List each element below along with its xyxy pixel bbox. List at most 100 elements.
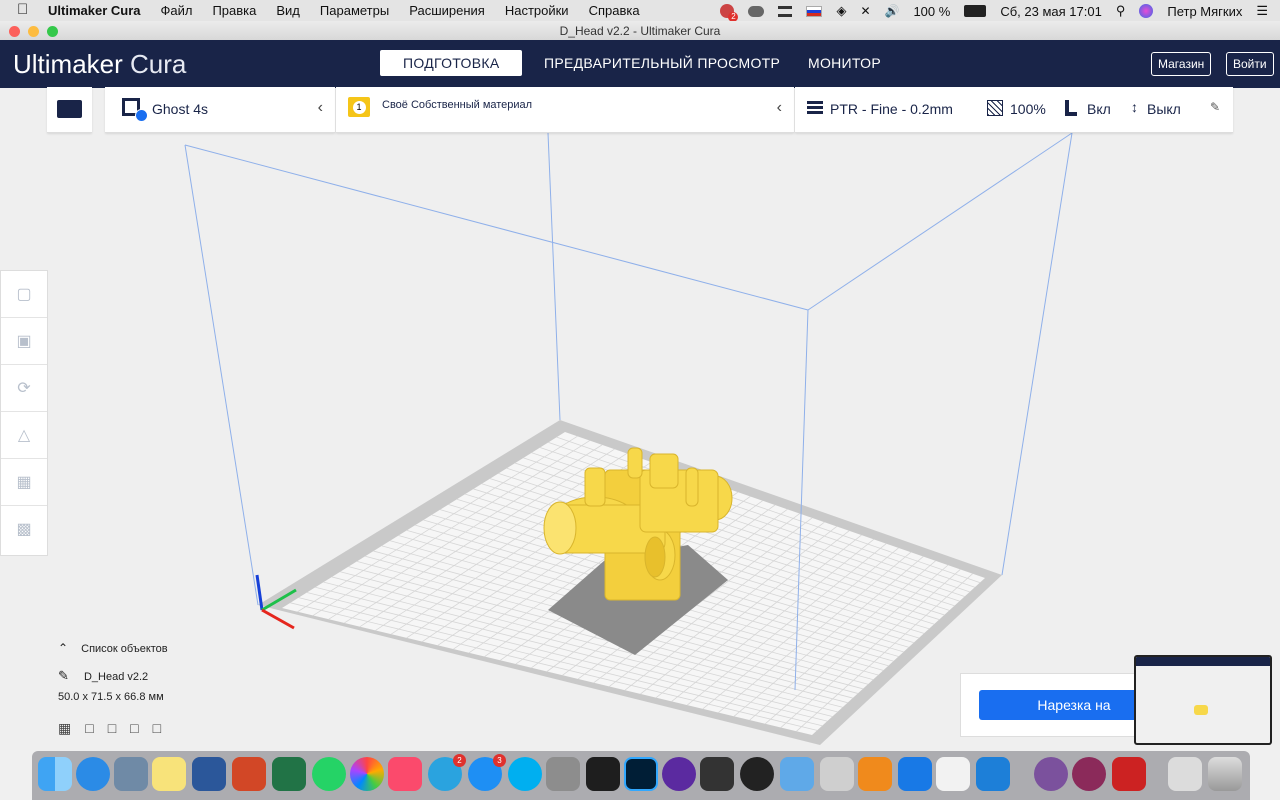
- per-model-settings-icon[interactable]: ▦: [1, 459, 47, 506]
- menu-settings[interactable]: Параметры: [320, 3, 389, 18]
- motion-icon[interactable]: [700, 757, 734, 791]
- right-view-icon[interactable]: □: [153, 720, 161, 737]
- adhesion-value: Выкл: [1147, 101, 1181, 117]
- cura-logo: Ultimaker Cura: [13, 49, 186, 80]
- powerpoint-icon[interactable]: [232, 757, 266, 791]
- chevron-left-icon[interactable]: ‹: [318, 99, 323, 117]
- skype-icon[interactable]: [508, 757, 542, 791]
- spotlight-icon[interactable]: ⚲: [1116, 3, 1126, 19]
- bluetooth-icon[interactable]: ✕: [860, 4, 870, 18]
- app-menus: Ultimaker Cura Файл Правка Вид Параметры…: [48, 3, 660, 18]
- printer-name: Ghost 4s: [152, 101, 209, 117]
- battery-percent: 100 %: [913, 3, 951, 19]
- material-selector[interactable]: 1 Своё Собственный материал ‹: [336, 87, 794, 133]
- menu-view[interactable]: Вид: [276, 3, 300, 18]
- remote-desktop-icon[interactable]: [780, 757, 814, 791]
- photoshop-icon[interactable]: [624, 757, 658, 791]
- fusion360-icon[interactable]: [858, 757, 892, 791]
- siri-icon[interactable]: [1139, 4, 1154, 18]
- open-file-box: [47, 87, 92, 133]
- user-name[interactable]: Петр Мягких: [1167, 4, 1242, 19]
- printer-check-icon: [135, 109, 148, 122]
- xcode-icon[interactable]: [898, 757, 932, 791]
- photos-icon[interactable]: [350, 757, 384, 791]
- notes-icon[interactable]: [152, 757, 186, 791]
- front-view-icon[interactable]: □: [85, 720, 93, 737]
- rar-icon[interactable]: [1072, 757, 1106, 791]
- wifi-icon[interactable]: ◈: [836, 3, 846, 19]
- stack-icon[interactable]: [778, 5, 793, 17]
- support-blocker-icon[interactable]: ▩: [1, 506, 47, 552]
- infill-icon: [987, 100, 1003, 116]
- word-icon[interactable]: [192, 757, 226, 791]
- folder-icon[interactable]: [57, 100, 82, 118]
- infill-value: 100%: [1010, 101, 1046, 117]
- system-preferences-icon[interactable]: [546, 757, 580, 791]
- move-tool-icon[interactable]: ▢: [1, 271, 47, 318]
- top-view-icon[interactable]: □: [108, 720, 116, 737]
- notification-icon[interactable]: 2: [720, 4, 739, 22]
- profile-icon: [807, 101, 823, 104]
- downloads-stack-icon[interactable]: [1168, 757, 1202, 791]
- marketplace-button[interactable]: Магазин: [1151, 52, 1212, 76]
- object-list-title: Список объектов: [81, 643, 168, 655]
- status-area: 2 ◈ ✕ 🔊 100 % Сб, 23 мая 17:01 ⚲ Петр Мя…: [720, 3, 1268, 22]
- tab-preview[interactable]: ПРЕДВАРИТЕЛЬНЫЙ ПРОСМОТР: [521, 50, 803, 76]
- print-settings-selector[interactable]: PTR - Fine - 0.2mm 100% Вкл ↕ Выкл ✎: [795, 87, 1233, 133]
- app-store-icon[interactable]: 3: [468, 754, 506, 791]
- object-name: D_Head v2.2: [83, 671, 149, 683]
- extruder-number: 1: [352, 101, 366, 114]
- adhesion-icon: ↕: [1131, 99, 1138, 115]
- image-capture-icon[interactable]: [114, 757, 148, 791]
- material-name: Своё Собственный материал: [382, 99, 533, 111]
- menu-edit[interactable]: Правка: [212, 3, 256, 18]
- pencil-icon[interactable]: ✎: [1210, 100, 1220, 114]
- whatsapp-icon[interactable]: [312, 757, 346, 791]
- tab-monitor[interactable]: МОНИТОР: [785, 50, 904, 76]
- volume-icon[interactable]: 🔊: [885, 4, 900, 18]
- 3d-viewport[interactable]: [0, 88, 1280, 750]
- chevron-left-icon[interactable]: ‹: [777, 99, 782, 117]
- trash-icon[interactable]: [1208, 757, 1242, 791]
- tool-panel: ▢ ▣ ⟳ △ ▦ ▩: [0, 270, 48, 556]
- scale-tool-icon[interactable]: ▣: [1, 318, 47, 365]
- finder-icon[interactable]: [38, 757, 72, 791]
- 3d-view-icon[interactable]: ▦: [58, 720, 71, 737]
- apple-icon[interactable]: : [17, 1, 28, 18]
- disk-utility-icon[interactable]: [820, 757, 854, 791]
- music-icon[interactable]: [388, 757, 422, 791]
- pencil-icon[interactable]: ✎: [58, 668, 69, 683]
- cloud-icon[interactable]: [748, 5, 765, 17]
- python-icon[interactable]: [936, 757, 970, 791]
- datetime[interactable]: Сб, 23 мая 17:01: [1000, 4, 1101, 19]
- battery-icon[interactable]: [964, 5, 987, 17]
- photo-booth-icon[interactable]: [1112, 757, 1146, 791]
- menu-preferences[interactable]: Настройки: [505, 3, 569, 18]
- screenshot-thumbnail[interactable]: [1134, 655, 1272, 745]
- menu-help[interactable]: Справка: [589, 3, 640, 18]
- signin-button[interactable]: Войти: [1226, 52, 1274, 76]
- mirror-tool-icon[interactable]: △: [1, 412, 47, 459]
- safari-icon[interactable]: [76, 757, 110, 791]
- extruder-badge: 1: [348, 97, 370, 117]
- terminal-icon[interactable]: [586, 757, 620, 791]
- cura-dock-icon[interactable]: [976, 757, 1010, 791]
- final-cut-icon[interactable]: [662, 757, 696, 791]
- logo-bold: Ultimaker: [13, 49, 123, 79]
- russian-flag-icon[interactable]: [806, 5, 823, 17]
- window-titlebar: D_Head v2.2 - Ultimaker Cura: [0, 21, 1280, 41]
- speedtest-icon[interactable]: [740, 757, 774, 791]
- viber-icon[interactable]: [1034, 757, 1068, 791]
- menu-extensions[interactable]: Расширения: [409, 3, 485, 18]
- notification-center-icon[interactable]: ☰: [1256, 3, 1268, 19]
- menu-file[interactable]: Файл: [160, 3, 192, 18]
- rotate-tool-icon[interactable]: ⟳: [1, 365, 47, 412]
- telegram-icon[interactable]: 2: [428, 754, 466, 791]
- excel-icon[interactable]: [272, 757, 306, 791]
- left-view-icon[interactable]: □: [130, 720, 138, 737]
- object-list-toggle[interactable]: ⌃ Список объектов: [58, 641, 168, 655]
- tab-prepare[interactable]: ПОДГОТОВКА: [380, 50, 523, 76]
- logo-light: Cura: [130, 49, 187, 79]
- menu-app-name[interactable]: Ultimaker Cura: [48, 3, 140, 18]
- printer-selector[interactable]: Ghost 4s ‹: [105, 87, 335, 133]
